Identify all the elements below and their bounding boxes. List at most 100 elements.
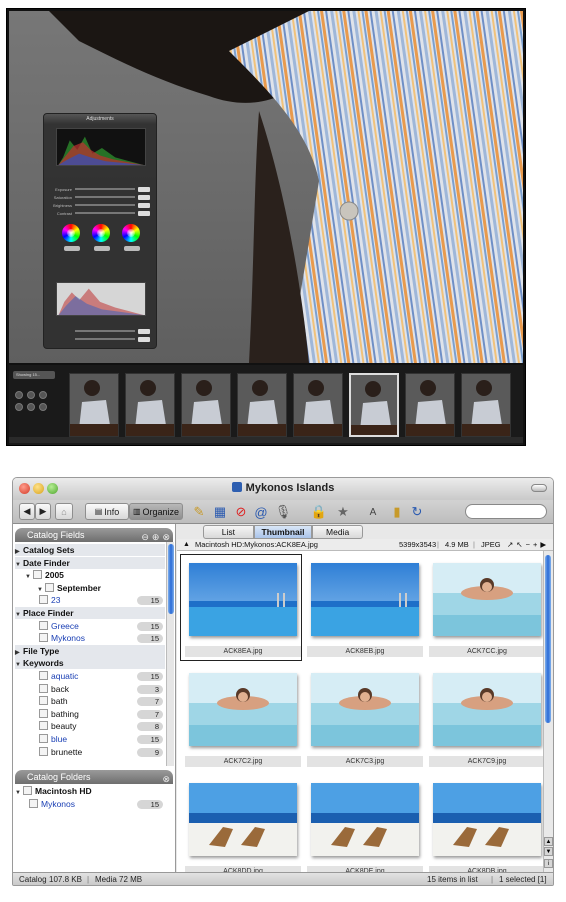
folder-row[interactable]: ▼ Macintosh HD bbox=[15, 785, 165, 797]
field-section[interactable]: ▼ Date Finder bbox=[15, 556, 165, 569]
star-icon[interactable]: ★ bbox=[335, 504, 351, 520]
thumbnail-cell[interactable]: ACK7CC.jpg bbox=[425, 555, 543, 660]
thumbnail-cell[interactable]: ACK7C3.jpg bbox=[303, 665, 423, 770]
tab-thumbnail[interactable]: Thumbnail bbox=[253, 525, 313, 539]
thumbnail-cell[interactable]: ACK7C2.jpg bbox=[181, 665, 301, 770]
field-section[interactable]: ▼ Keywords bbox=[15, 657, 165, 670]
thumbnail-image[interactable] bbox=[311, 563, 419, 636]
adjust-row[interactable]: Brightness bbox=[50, 202, 150, 208]
white-button[interactable] bbox=[124, 246, 140, 251]
grid-scroll-thumb[interactable] bbox=[545, 555, 551, 723]
adjustments-hud[interactable]: Adjustments Exposure Saturation Brightne… bbox=[43, 113, 157, 349]
filmstrip-thumbnail[interactable] bbox=[69, 373, 119, 437]
tab-list[interactable]: List bbox=[203, 525, 254, 539]
text-icon[interactable]: A bbox=[365, 504, 381, 520]
title-bar[interactable]: Mykonos Islands bbox=[13, 478, 553, 500]
add-icon[interactable]: ⊕ bbox=[152, 530, 160, 544]
filmstrip[interactable]: Showing 15... bbox=[9, 365, 523, 445]
thumbnail-image[interactable] bbox=[433, 783, 541, 856]
folder-row[interactable]: Mykonos 15 bbox=[15, 798, 165, 810]
thumbnail-cell[interactable]: ACK8EB.jpg bbox=[303, 555, 423, 660]
browse-menu[interactable]: Showing 15... bbox=[13, 371, 55, 379]
thumbnail-cell[interactable]: ACK8DB.jpg bbox=[425, 775, 543, 872]
lock-icon[interactable]: 🔒 bbox=[311, 504, 327, 520]
thumbnail-cell[interactable]: ACK8DE.jpg bbox=[303, 775, 423, 872]
field-row[interactable]: beauty 8 bbox=[15, 720, 165, 732]
strip-control[interactable] bbox=[15, 391, 23, 399]
adjust-row[interactable]: Saturation bbox=[50, 194, 150, 200]
catalog-folders-header[interactable]: Catalog Folders ⊗ bbox=[15, 770, 173, 784]
grid-scrollbar[interactable]: ▲ ▼ i bbox=[543, 551, 553, 872]
thumbnail-image[interactable] bbox=[311, 783, 419, 856]
adjust-row[interactable]: Contrast bbox=[50, 210, 150, 216]
filmstrip-thumbnail[interactable] bbox=[181, 373, 231, 437]
label-icon[interactable]: ✎ bbox=[191, 504, 207, 520]
field-row[interactable]: back 3 bbox=[15, 683, 165, 695]
chart-icon[interactable]: ▮ bbox=[389, 504, 405, 520]
home-icon[interactable]: ⌂ bbox=[55, 503, 73, 520]
scroll-up-arrow[interactable]: ▲ bbox=[544, 837, 553, 846]
thumbnail-cell[interactable]: ACK7C9.jpg bbox=[425, 665, 543, 770]
field-row[interactable]: bathing 7 bbox=[15, 708, 165, 720]
field-row[interactable]: Greece 15 bbox=[15, 620, 165, 632]
black-button[interactable] bbox=[64, 246, 80, 251]
microphone-icon[interactable]: 🎙 bbox=[275, 504, 292, 520]
rotate-icon[interactable]: ↻ bbox=[409, 504, 425, 520]
strip-control[interactable] bbox=[27, 403, 35, 411]
field-row[interactable]: bath 7 bbox=[15, 695, 165, 707]
thumbnail-cell[interactable]: ACK8DD.jpg bbox=[181, 775, 301, 872]
gray-button[interactable] bbox=[94, 246, 110, 251]
field-row[interactable]: ▼ 2005 bbox=[15, 569, 165, 581]
thumbnail-image[interactable] bbox=[311, 673, 419, 746]
temp-row[interactable] bbox=[50, 328, 150, 334]
field-row[interactable]: blue 15 bbox=[15, 733, 165, 745]
filmstrip-thumbnail[interactable] bbox=[349, 373, 399, 437]
forward-button[interactable]: ▶ bbox=[35, 503, 51, 520]
thumbnail-image[interactable] bbox=[189, 563, 297, 636]
field-row[interactable]: ▼ September bbox=[15, 582, 165, 594]
field-row[interactable]: brunette 9 bbox=[15, 746, 165, 758]
nav-arrows[interactable]: ↗↖−+▶ bbox=[507, 539, 549, 551]
tint-row[interactable] bbox=[50, 336, 150, 342]
field-section[interactable]: ▶ Catalog Sets bbox=[15, 544, 165, 556]
field-row[interactable]: 23 15 bbox=[15, 594, 165, 606]
info-icon[interactable]: i bbox=[544, 859, 553, 868]
toolbar-toggle-button[interactable] bbox=[531, 484, 547, 492]
field-row[interactable]: Mykonos 15 bbox=[15, 632, 165, 644]
thumbnail-image[interactable] bbox=[189, 783, 297, 856]
close-icon[interactable]: ⊗ bbox=[162, 772, 170, 786]
color-wheel-shadows[interactable] bbox=[62, 224, 80, 242]
filmstrip-scrollbar[interactable] bbox=[9, 437, 523, 443]
filmstrip-thumbnail[interactable] bbox=[125, 373, 175, 437]
field-row[interactable]: aquatic 15 bbox=[15, 670, 165, 682]
color-wheel-highlights[interactable] bbox=[122, 224, 140, 242]
thumbnail-image[interactable] bbox=[433, 673, 541, 746]
strip-control[interactable] bbox=[39, 391, 47, 399]
email-icon[interactable]: @ bbox=[253, 504, 269, 520]
fields-scroll-thumb[interactable] bbox=[168, 544, 174, 614]
catalog-fields-header[interactable]: Catalog Fields ⊖ ⊕ ⊗ bbox=[15, 528, 173, 542]
strip-control[interactable] bbox=[27, 391, 35, 399]
info-button[interactable]: ▤ Info bbox=[85, 503, 129, 520]
back-button[interactable]: ◀ bbox=[19, 503, 35, 520]
organize-button[interactable]: ▥ Organize bbox=[129, 503, 183, 520]
slideshow-icon[interactable]: ▦ bbox=[212, 504, 228, 520]
tab-media[interactable]: Media bbox=[312, 525, 363, 539]
thumbnail-cell[interactable]: ACK8EA.jpg bbox=[180, 554, 302, 661]
filmstrip-thumbnail[interactable] bbox=[237, 373, 287, 437]
field-section[interactable]: ▼ Place Finder bbox=[15, 607, 165, 619]
thumbnail-image[interactable] bbox=[189, 673, 297, 746]
color-wheel-midtones[interactable] bbox=[92, 224, 110, 242]
filmstrip-thumbnail[interactable] bbox=[461, 373, 511, 437]
strip-control[interactable] bbox=[15, 403, 23, 411]
field-section[interactable]: ▶ File Type bbox=[15, 644, 165, 657]
strip-control[interactable] bbox=[39, 403, 47, 411]
scroll-down-arrow[interactable]: ▼ bbox=[544, 847, 553, 856]
adjust-row[interactable]: Exposure bbox=[50, 186, 150, 192]
thumbnail-image[interactable] bbox=[433, 563, 541, 636]
filmstrip-thumbnail[interactable] bbox=[405, 373, 455, 437]
stop-icon[interactable]: ⊘ bbox=[233, 504, 249, 520]
remove-icon[interactable]: ⊖ bbox=[141, 530, 149, 544]
fields-scrollbar[interactable] bbox=[166, 542, 174, 766]
search-input[interactable] bbox=[465, 504, 547, 519]
